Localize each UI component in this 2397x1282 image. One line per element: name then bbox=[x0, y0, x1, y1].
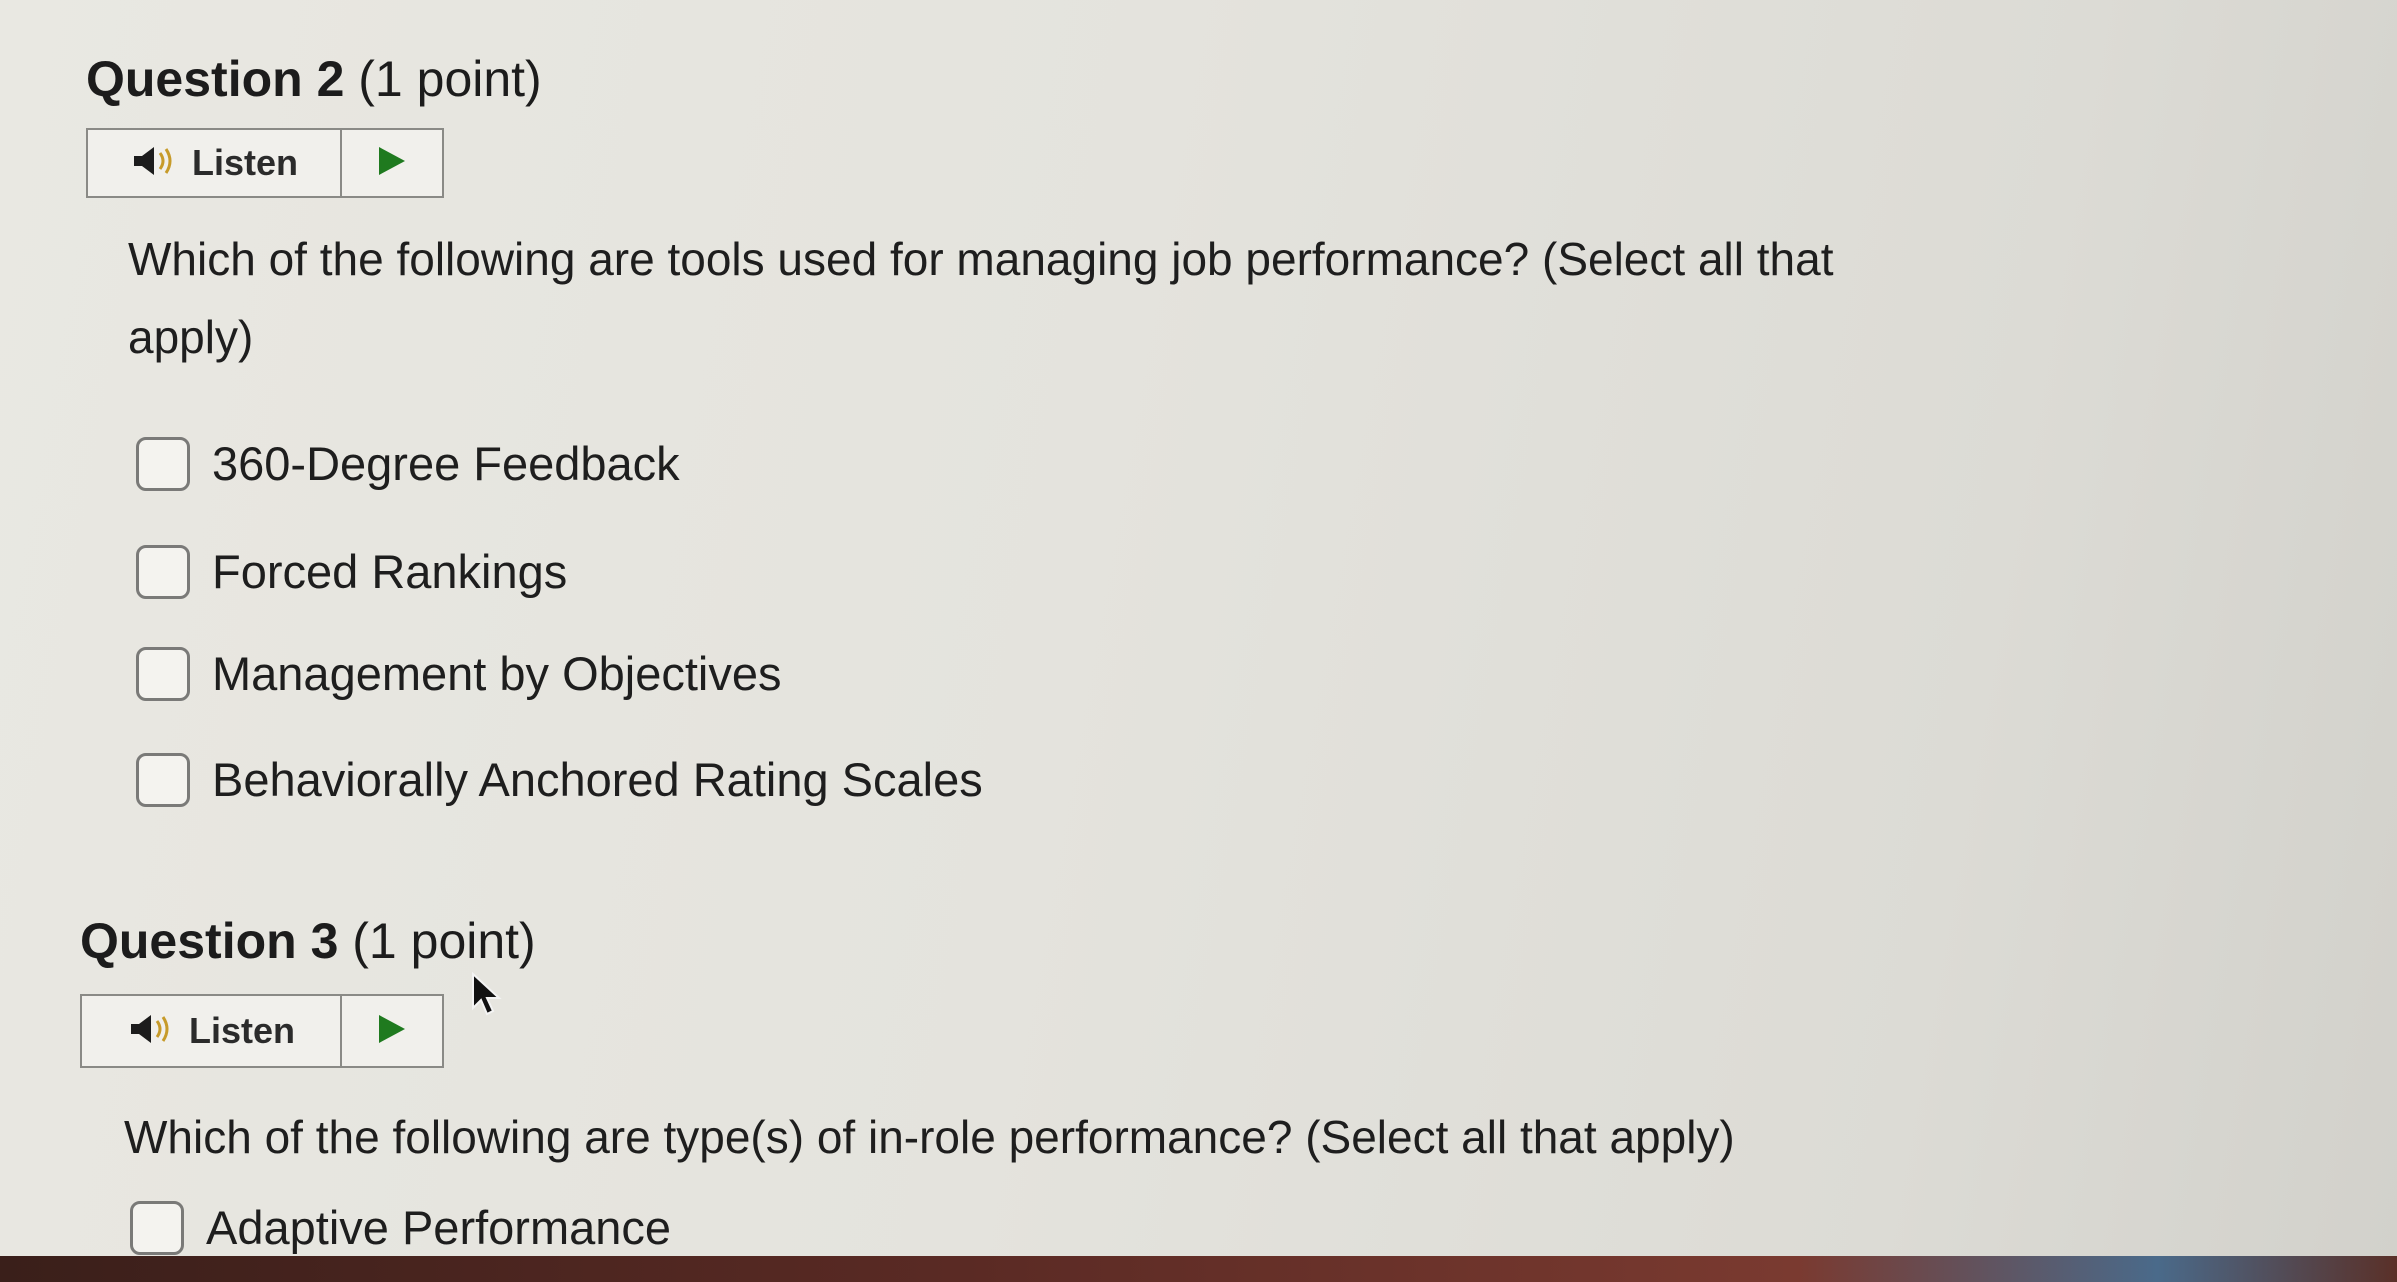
question-3-heading: Question 3 (1 point) bbox=[80, 912, 536, 970]
question-2-option-behaviorally-anchored-rating-scales[interactable]: Behaviorally Anchored Rating Scales bbox=[136, 752, 983, 807]
question-2-listen-button[interactable]: Listen bbox=[88, 130, 342, 196]
question-3-option-adaptive-performance[interactable]: Adaptive Performance bbox=[130, 1200, 671, 1255]
play-icon bbox=[377, 1013, 407, 1050]
question-3-label: Question 3 bbox=[80, 913, 339, 969]
question-2-prompt-line-2: apply) bbox=[128, 311, 254, 363]
question-2-option-management-by-objectives[interactable]: Management by Objectives bbox=[136, 646, 782, 701]
option-label: Behaviorally Anchored Rating Scales bbox=[212, 753, 983, 806]
play-icon bbox=[377, 145, 407, 182]
option-label: Management by Objectives bbox=[212, 647, 782, 700]
question-2-heading: Question 2 (1 point) bbox=[86, 50, 542, 108]
question-2-option-360-degree-feedback[interactable]: 360-Degree Feedback bbox=[136, 436, 680, 491]
question-2-listen-control: Listen bbox=[86, 128, 444, 198]
bottom-edge bbox=[0, 1256, 2397, 1282]
checkbox[interactable] bbox=[136, 436, 190, 491]
checkbox[interactable] bbox=[136, 646, 190, 701]
checkbox[interactable] bbox=[136, 752, 190, 807]
question-3-points: (1 point) bbox=[352, 913, 536, 969]
question-2-prompt-line-1: Which of the following are tools used fo… bbox=[128, 233, 1834, 285]
mouse-pointer-icon bbox=[470, 971, 504, 1023]
question-3-listen-control: Listen bbox=[80, 994, 444, 1068]
checkbox[interactable] bbox=[136, 544, 190, 599]
question-2-option-forced-rankings[interactable]: Forced Rankings bbox=[136, 544, 567, 599]
question-3-prompt: Which of the following are type(s) of in… bbox=[124, 1111, 1735, 1163]
speaker-icon bbox=[127, 1012, 175, 1051]
question-3-listen-button[interactable]: Listen bbox=[82, 996, 342, 1066]
question-2-listen-label: Listen bbox=[191, 142, 298, 183]
question-3-listen-label: Listen bbox=[188, 1010, 295, 1051]
quiz-page: Question 2 (1 point) Listen Which of the… bbox=[0, 0, 2397, 1282]
checkbox[interactable] bbox=[130, 1200, 184, 1255]
option-label: 360-Degree Feedback bbox=[212, 437, 680, 490]
question-2-label: Question 2 bbox=[86, 51, 345, 107]
option-label: Forced Rankings bbox=[212, 545, 568, 598]
question-2-points: (1 point) bbox=[358, 51, 542, 107]
speaker-icon bbox=[130, 144, 178, 183]
question-3-play-button[interactable] bbox=[342, 996, 442, 1066]
option-label: Adaptive Performance bbox=[206, 1201, 672, 1254]
question-2-play-button[interactable] bbox=[342, 130, 442, 196]
